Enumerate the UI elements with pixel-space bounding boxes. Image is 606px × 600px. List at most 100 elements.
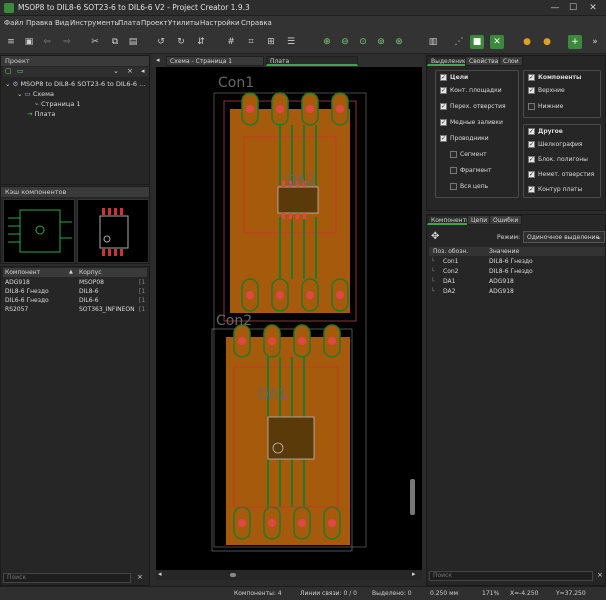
table-cell-ref: Con2 (443, 268, 459, 275)
checkbox-keepout[interactable]: ✓ (528, 156, 535, 163)
close-button[interactable]: ✕ (586, 2, 600, 14)
components-search-input[interactable]: Поиск (429, 571, 593, 581)
open-folder-icon[interactable]: ▭ (17, 67, 24, 75)
menu-file[interactable]: Файл (4, 19, 23, 27)
table-row[interactable]: DIL6-6 Гнездо DIL6-6 [1 (3, 296, 147, 305)
tab-nets[interactable]: Цепи (467, 215, 492, 225)
checkbox-vias[interactable]: ✓ (440, 103, 447, 110)
gerber-icon[interactable]: ● (520, 35, 534, 49)
tree-item-schema[interactable]: ⌄ ▭ Схема (17, 90, 54, 98)
menu-edit[interactable]: Правка (26, 19, 53, 27)
components-checkbox[interactable]: ✓ (528, 74, 535, 81)
zoom-area-icon[interactable]: ⊚ (374, 35, 388, 49)
tree-item-page[interactable]: ⌁ Страница 1 (35, 100, 81, 108)
vertical-scrollbar[interactable] (410, 479, 415, 515)
checkbox-tracks[interactable]: ✓ (440, 135, 447, 142)
menu-tools[interactable]: Инструменты (70, 19, 120, 27)
checkbox-segment[interactable] (450, 151, 457, 158)
save-icon[interactable]: ▣ (22, 35, 36, 49)
table-row[interactable]: ADG918 MSOP08 [1 (3, 278, 147, 287)
chevron-down-icon[interactable]: ⌄ (113, 67, 119, 75)
grid-fine-icon[interactable]: ⊞ (264, 35, 278, 49)
more-icon[interactable]: » (588, 35, 602, 49)
copy-icon[interactable]: ⧉ (108, 35, 122, 49)
menu-project[interactable]: Проект (141, 19, 168, 27)
status-grid[interactable]: 0.250 мм (430, 590, 458, 597)
tree-branch-icon: └ (431, 278, 435, 285)
tab-layers[interactable]: Слои (499, 56, 523, 66)
checkbox-top[interactable]: ✓ (528, 87, 535, 94)
zoom-out-icon[interactable]: ⊖ (338, 35, 352, 49)
main-toolbar: ≡ ▣ ⇦ ⇨ ✂ ⧉ ▤ ↺ ↻ ⇵ # ⌗ ⊞ ☰ ⊕ ⊖ ⊙ ⊚ ⊛ ▥ … (0, 30, 606, 54)
table-row[interactable]: └ DA2 ADG918 (429, 287, 605, 296)
add-icon[interactable]: + (568, 35, 582, 49)
checkbox-whole-net[interactable] (450, 183, 457, 190)
tree-item-project[interactable]: ⌄ ⚙ MSOP8 to DIL8-6 SOT23-6 to DIL6-6 ..… (5, 80, 145, 88)
checkbox-pads[interactable]: ✓ (440, 87, 447, 94)
rotate-ccw-icon[interactable]: ↺ (154, 35, 168, 49)
scroll-left-icon[interactable]: ◂ (158, 570, 162, 578)
tree-item-board[interactable]: → Плата (27, 110, 55, 118)
zoom-selection-icon[interactable]: ⊛ (392, 35, 406, 49)
checkbox-fragment[interactable] (450, 167, 457, 174)
checkbox-board-outline[interactable]: ✓ (528, 186, 535, 193)
targets-checkbox[interactable]: ✓ (440, 74, 447, 81)
menu-icon[interactable]: ≡ (4, 35, 18, 49)
label-fragment: Фрагмент (460, 167, 492, 174)
zoom-fit-icon[interactable]: ⊙ (356, 35, 370, 49)
cut-icon[interactable]: ✂ (88, 35, 102, 49)
bom-icon[interactable]: ● (540, 35, 554, 49)
clear-search-icon[interactable]: × (597, 571, 603, 579)
redo-disabled-icon[interactable]: ⇨ (60, 35, 74, 49)
flip-icon[interactable]: ⇵ (194, 35, 208, 49)
maximize-button[interactable]: ☐ (566, 2, 580, 14)
tab-properties[interactable]: Свойства (465, 56, 503, 66)
minimize-button[interactable]: — (548, 2, 562, 14)
route-icon[interactable]: ⋰ (452, 35, 466, 49)
checkbox-copper-fills[interactable]: ✓ (440, 119, 447, 126)
grid-alt-icon[interactable]: ⌗ (244, 35, 258, 49)
other-checkbox[interactable]: ✓ (528, 128, 535, 135)
col-package-header[interactable]: Корпус (79, 269, 102, 276)
scroll-right-icon[interactable]: ▸ (412, 570, 416, 578)
undo-disabled-icon[interactable]: ⇦ (40, 35, 54, 49)
menu-help[interactable]: Справка (241, 19, 272, 27)
table-row[interactable]: └ DA1 ADG918 (429, 277, 605, 286)
pcb-canvas[interactable]: Con1 DA2 Con2 DA1 (156, 67, 422, 570)
table-row[interactable]: DIL8-6 Гнездо DIL8-6 [1 (3, 287, 147, 296)
table-row[interactable]: └ Con1 DIL8-6 Гнездо (429, 257, 605, 266)
mode-select[interactable]: Одиночное выделение ⌄ (523, 231, 605, 243)
checkbox-npth[interactable]: ✓ (528, 171, 535, 178)
horizontal-scrollbar[interactable] (230, 573, 236, 577)
layers-icon[interactable]: ▥ (426, 35, 440, 49)
component-search-input[interactable]: Поиск (3, 573, 131, 583)
col-ref-header[interactable]: Поз. обозн. (433, 248, 468, 255)
paste-icon[interactable]: ▤ (126, 35, 140, 49)
menu-board[interactable]: Плата (118, 19, 140, 27)
menu-settings[interactable]: Настройки (200, 19, 240, 27)
align-icon[interactable]: ☰ (284, 35, 298, 49)
expand-all-icon[interactable]: ✥ (431, 231, 439, 242)
new-file-icon[interactable]: ▢ (5, 67, 12, 75)
table-row[interactable]: └ Con2 DIL8-6 Гнездо (429, 267, 605, 276)
col-value-header[interactable]: Значение (489, 248, 519, 255)
zoom-in-icon[interactable]: ⊕ (320, 35, 334, 49)
table-cell-component: DIL6-6 Гнездо (5, 297, 49, 304)
erc-icon[interactable]: ✕ (490, 35, 504, 49)
close-icon[interactable]: × (127, 67, 133, 75)
col-component-header[interactable]: Компонент (5, 269, 40, 276)
grid-icon[interactable]: # (224, 35, 238, 49)
drc-icon[interactable]: ■ (470, 35, 484, 49)
tab-schema[interactable]: Схема - Страница 1 (166, 56, 264, 66)
checkbox-silkscreen[interactable]: ✓ (528, 141, 535, 148)
clear-search-icon[interactable]: × (137, 573, 143, 581)
menu-utilities[interactable]: Утилиты (168, 19, 200, 27)
tab-errors[interactable]: Ошибки (489, 215, 523, 225)
tab-board[interactable]: Плата (266, 56, 358, 66)
rotate-cw-icon[interactable]: ↻ (174, 35, 188, 49)
collapse-panel-icon[interactable]: ◂ (141, 67, 145, 75)
table-row[interactable]: RS2057 SOT363_INFINEON [1 (3, 305, 147, 314)
menu-view[interactable]: Вид (55, 19, 69, 27)
checkbox-bottom[interactable] (528, 103, 535, 110)
collapse-left-icon[interactable]: ◂ (156, 56, 160, 64)
